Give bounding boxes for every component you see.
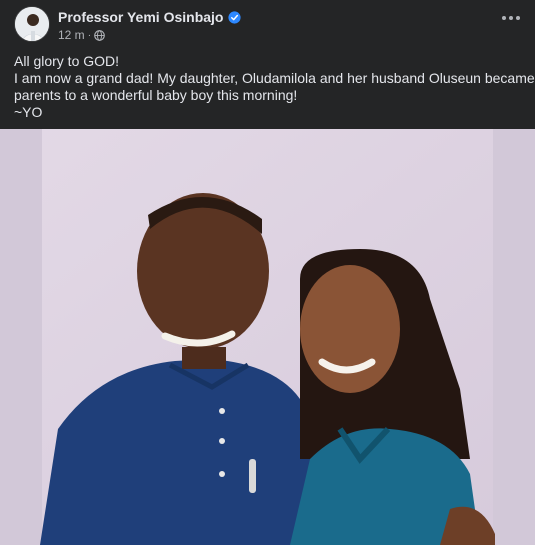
post-text: All glory to GOD! I am now a grand dad! …: [14, 53, 535, 121]
post-photo[interactable]: [0, 129, 535, 545]
author-name[interactable]: Professor Yemi Osinbajo: [58, 9, 223, 25]
separator-dot: ·: [87, 29, 92, 41]
verified-badge-icon: [228, 10, 242, 24]
author-avatar[interactable]: [14, 6, 50, 42]
post-text-line: I am now a grand dad! My daughter, Oluda…: [14, 70, 535, 86]
couple-photo: [0, 129, 535, 545]
post-header: Professor Yemi Osinbajo 12 m ·: [14, 6, 521, 46]
post-timestamp[interactable]: 12 m: [58, 28, 85, 42]
post-text-line: parents to a wonderful baby boy this mor…: [14, 87, 298, 103]
author-line: Professor Yemi Osinbajo: [58, 9, 242, 25]
post-text-line: ~YO: [14, 104, 43, 120]
post-meta: 12 m ·: [58, 28, 105, 42]
post-text-line: All glory to GOD!: [14, 53, 120, 69]
more-options-icon[interactable]: [497, 8, 525, 28]
globe-icon[interactable]: [94, 29, 105, 41]
facebook-post: Professor Yemi Osinbajo 12 m · All glory…: [0, 0, 535, 545]
